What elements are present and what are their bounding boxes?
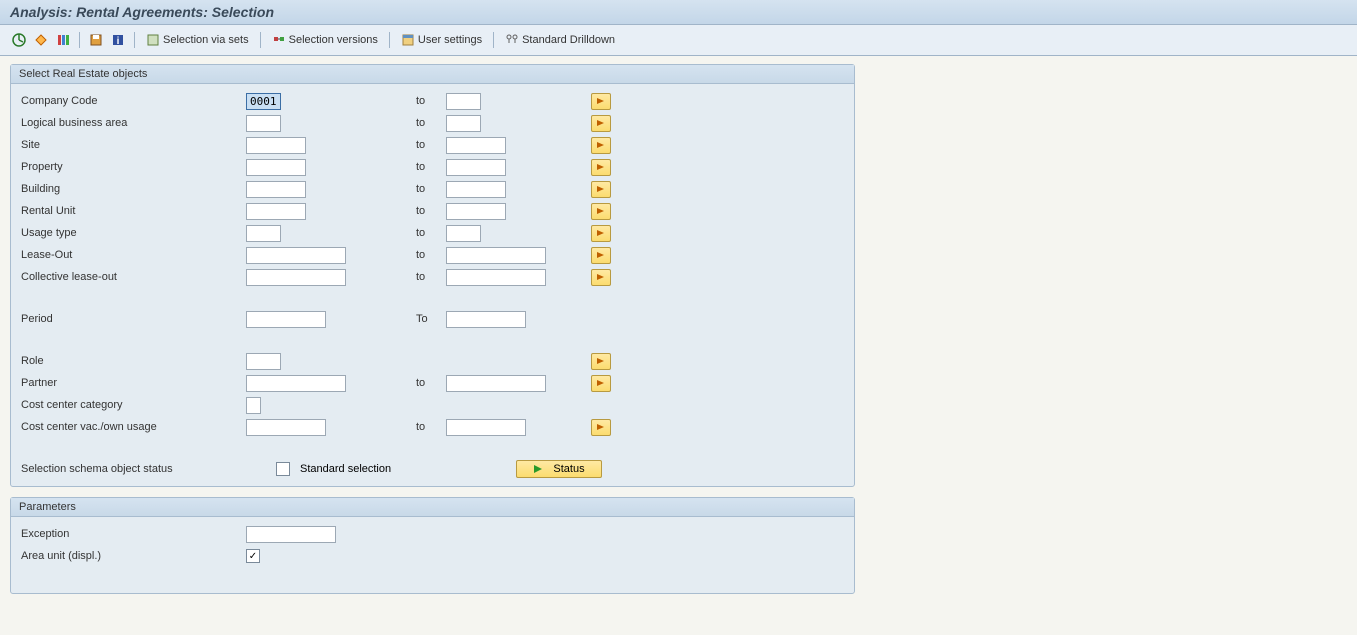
input-coll-lease-to[interactable] [446, 269, 546, 286]
input-lease-out-to[interactable] [446, 247, 546, 264]
selection-versions-label: Selection versions [289, 34, 378, 46]
label-lease-out: Lease-Out [21, 249, 246, 261]
label-cc-vac: Cost center vac./own usage [21, 421, 246, 433]
label-exception: Exception [21, 528, 246, 540]
label-area-unit: Area unit (displ.) [21, 550, 246, 562]
input-cc-vac-to[interactable] [446, 419, 526, 436]
label-partner: Partner [21, 377, 246, 389]
input-rental-unit-to[interactable] [446, 203, 506, 220]
to-label: To [416, 313, 446, 325]
label-selection-schema: Selection schema object status [21, 463, 276, 475]
label-coll-lease: Collective lease-out [21, 271, 246, 283]
toolbar-separator [493, 32, 494, 48]
standard-drilldown-label: Standard Drilldown [522, 34, 615, 46]
input-rental-unit-from[interactable] [246, 203, 306, 220]
group-title-parameters: Parameters [11, 498, 854, 517]
standard-drilldown-button[interactable]: Standard Drilldown [501, 31, 619, 49]
input-company-code-from[interactable] [246, 93, 281, 110]
input-usage-type-from[interactable] [246, 225, 281, 242]
label-role: Role [21, 355, 246, 367]
multiple-selection-coll-lease[interactable] [591, 269, 611, 286]
variant-icon[interactable] [32, 31, 50, 49]
input-logical-ba-to[interactable] [446, 115, 481, 132]
execute-icon[interactable] [10, 31, 28, 49]
multiple-selection-usage-type[interactable] [591, 225, 611, 242]
input-period-to[interactable] [446, 311, 526, 328]
multiple-selection-logical-ba[interactable] [591, 115, 611, 132]
input-coll-lease-from[interactable] [246, 269, 346, 286]
toolbar-separator [134, 32, 135, 48]
selection-via-sets-button[interactable]: Selection via sets [142, 31, 253, 49]
svg-text:i: i [117, 36, 120, 47]
to-label: to [416, 249, 446, 261]
label-company-code: Company Code [21, 95, 246, 107]
save-icon[interactable] [87, 31, 105, 49]
selection-versions-button[interactable]: Selection versions [268, 31, 382, 49]
multiple-selection-building[interactable] [591, 181, 611, 198]
info-icon[interactable]: i [109, 31, 127, 49]
input-cc-category[interactable] [246, 397, 261, 414]
input-partner-to[interactable] [446, 375, 546, 392]
label-rental-unit: Rental Unit [21, 205, 246, 217]
label-period: Period [21, 313, 246, 325]
user-settings-label: User settings [418, 34, 482, 46]
group-parameters: Parameters Exception Area unit (displ.) … [10, 497, 855, 594]
input-property-to[interactable] [446, 159, 506, 176]
to-label: to [416, 377, 446, 389]
group-real-estate-objects: Select Real Estate objects Company Code … [10, 64, 855, 487]
input-role-from[interactable] [246, 353, 281, 370]
to-label: to [416, 95, 446, 107]
label-logical-ba: Logical business area [21, 117, 246, 129]
selection-via-sets-label: Selection via sets [163, 34, 249, 46]
input-lease-out-from[interactable] [246, 247, 346, 264]
checkbox-area-unit[interactable]: ✓ [246, 549, 260, 563]
multiple-selection-role[interactable] [591, 353, 611, 370]
toolbar-separator [79, 32, 80, 48]
input-building-from[interactable] [246, 181, 306, 198]
checkbox-standard-selection[interactable] [276, 462, 290, 476]
multiple-selection-cc-vac[interactable] [591, 419, 611, 436]
input-building-to[interactable] [446, 181, 506, 198]
to-label: to [416, 205, 446, 217]
to-label: to [416, 117, 446, 129]
input-cc-vac-from[interactable] [246, 419, 326, 436]
input-logical-ba-from[interactable] [246, 115, 281, 132]
toolbar: i Selection via sets Selection versions … [0, 25, 1357, 56]
multiple-selection-rental-unit[interactable] [591, 203, 611, 220]
to-label: to [416, 139, 446, 151]
input-exception[interactable] [246, 526, 336, 543]
input-site-from[interactable] [246, 137, 306, 154]
to-label: to [416, 161, 446, 173]
input-site-to[interactable] [446, 137, 506, 154]
label-usage-type: Usage type [21, 227, 246, 239]
input-period-from[interactable] [246, 311, 326, 328]
label-property: Property [21, 161, 246, 173]
multiple-selection-property[interactable] [591, 159, 611, 176]
to-label: to [416, 227, 446, 239]
label-building: Building [21, 183, 246, 195]
input-company-code-to[interactable] [446, 93, 481, 110]
user-settings-button[interactable]: User settings [397, 31, 486, 49]
toolbar-separator [389, 32, 390, 48]
to-label: to [416, 271, 446, 283]
to-label: to [416, 183, 446, 195]
to-label: to [416, 421, 446, 433]
data-source-icon[interactable] [54, 31, 72, 49]
input-usage-type-to[interactable] [446, 225, 481, 242]
label-site: Site [21, 139, 246, 151]
multiple-selection-partner[interactable] [591, 375, 611, 392]
multiple-selection-lease-out[interactable] [591, 247, 611, 264]
input-partner-from[interactable] [246, 375, 346, 392]
status-button[interactable]: Status [516, 460, 602, 478]
label-cc-category: Cost center category [21, 399, 246, 411]
toolbar-separator [260, 32, 261, 48]
status-button-label: Status [553, 463, 584, 475]
group-title-real-estate: Select Real Estate objects [11, 65, 854, 84]
label-standard-selection: Standard selection [300, 463, 391, 475]
input-property-from[interactable] [246, 159, 306, 176]
page-title: Analysis: Rental Agreements: Selection [0, 0, 1357, 25]
multiple-selection-site[interactable] [591, 137, 611, 154]
multiple-selection-company-code[interactable] [591, 93, 611, 110]
